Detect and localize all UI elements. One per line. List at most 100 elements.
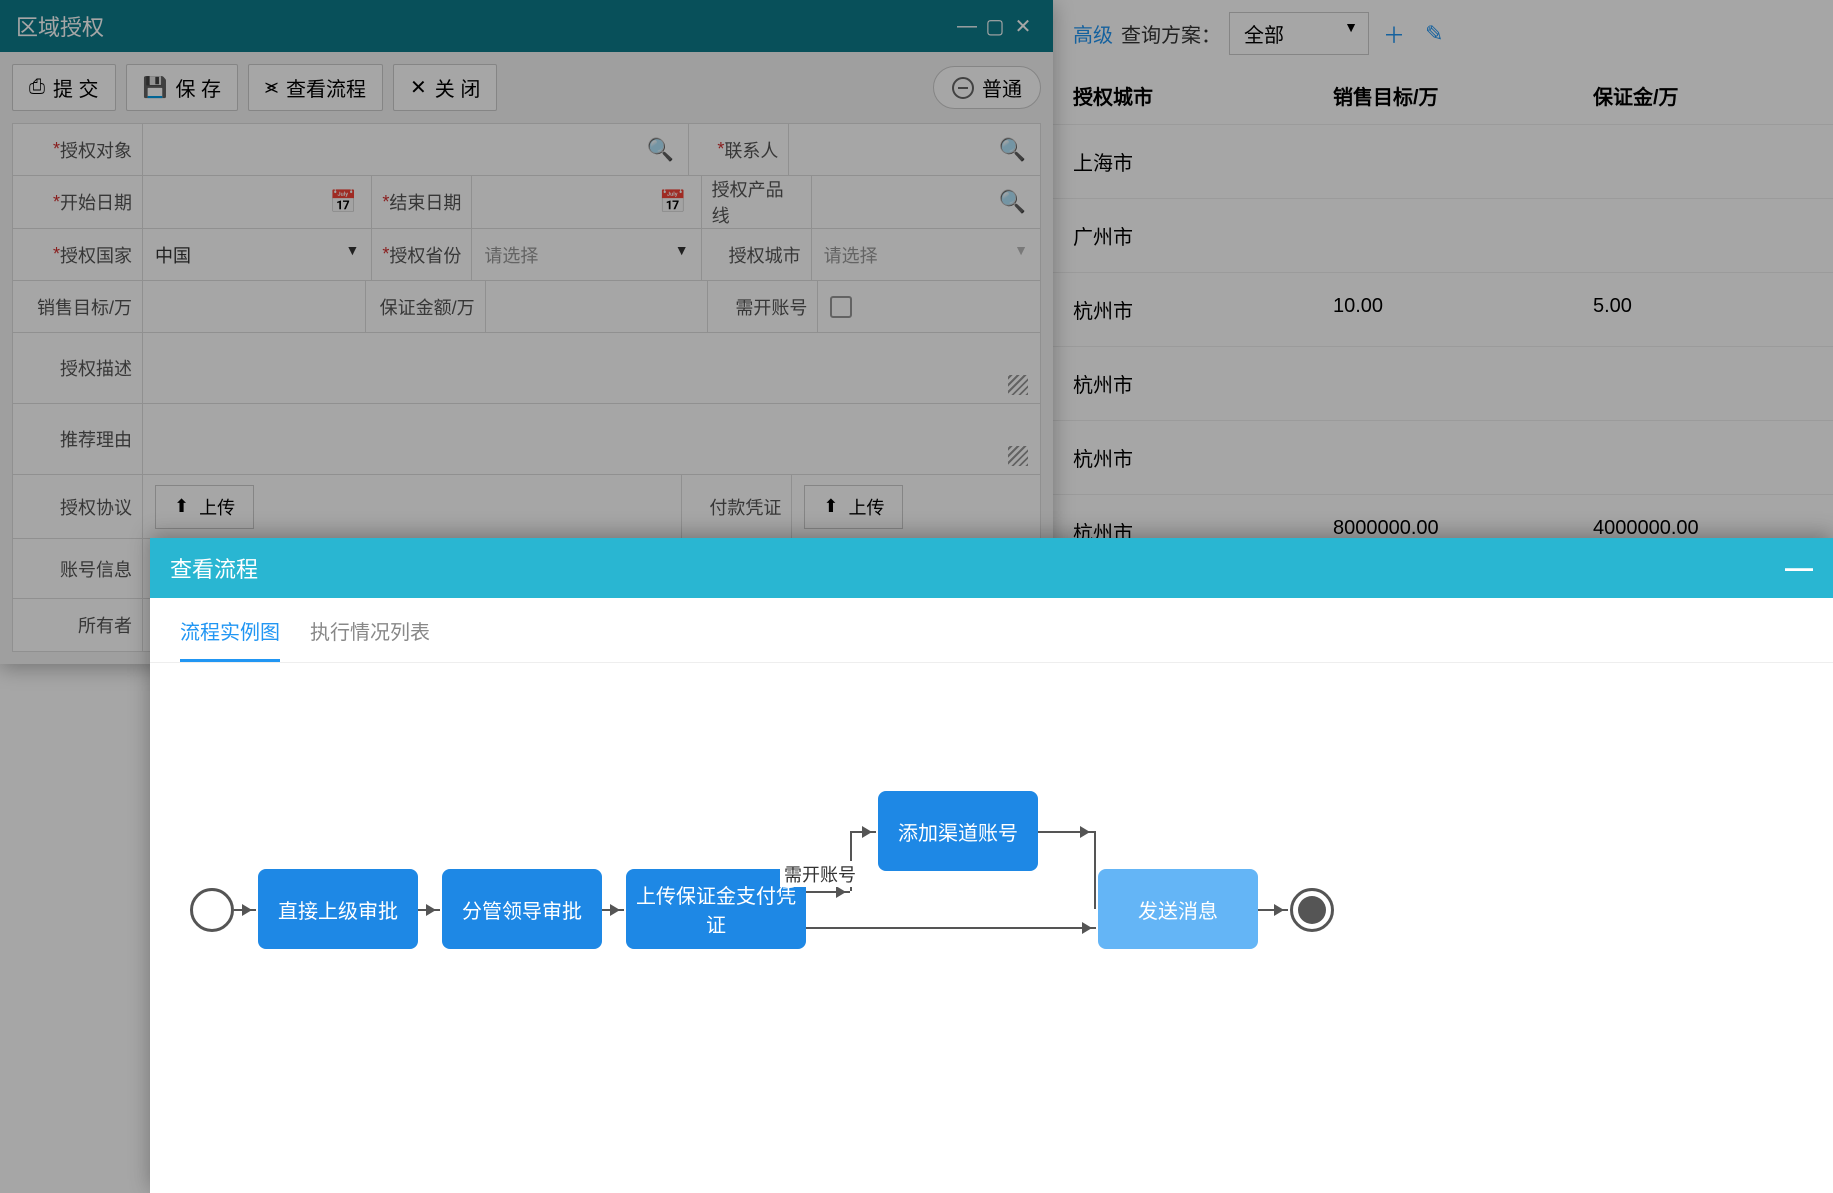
field-city[interactable]: 请选择 xyxy=(812,229,1040,280)
upload-agreement-button[interactable]: ⬆上传 xyxy=(155,485,254,529)
edge-label-need-account: 需开账号 xyxy=(780,861,860,887)
filter-bar: 高级 查询方案： 全部 ＋ ✎ xyxy=(1053,0,1833,67)
flow-title: 查看流程 xyxy=(170,552,1785,584)
cell-deposit xyxy=(1573,443,1833,472)
cell-city: 杭州市 xyxy=(1053,369,1313,398)
save-icon: 💾 xyxy=(143,75,168,100)
col-deposit: 保证金/万 xyxy=(1573,81,1833,110)
search-icon[interactable]: 🔍 xyxy=(999,189,1026,215)
table-row[interactable]: 杭州市 xyxy=(1053,420,1833,494)
bg-table-header: 授权城市 销售目标/万 保证金/万 xyxy=(1053,67,1833,124)
flow-arrow xyxy=(418,909,440,911)
task-manager-approval: 分管领导审批 xyxy=(442,869,602,949)
field-reason[interactable] xyxy=(143,404,1040,474)
add-scheme-icon[interactable]: ＋ xyxy=(1377,18,1411,50)
cell-city: 广州市 xyxy=(1053,221,1313,250)
field-desc[interactable] xyxy=(143,333,1040,403)
cell-deposit xyxy=(1573,221,1833,250)
bpmn-canvas: 直接上级审批 分管领导审批 上传保证金支付凭证 需开账号 添加渠道账号 发送消息 xyxy=(150,663,1833,1083)
field-country[interactable]: 中国 xyxy=(143,229,372,280)
flow-line xyxy=(1094,831,1096,909)
label-auth-target: *授权对象 xyxy=(13,124,143,175)
dialog-titlebar: 区域授权 — ▢ ✕ xyxy=(0,0,1053,52)
field-need-account[interactable] xyxy=(818,281,1040,332)
dialog-title: 区域授权 xyxy=(16,10,953,42)
cell-sales xyxy=(1313,369,1573,398)
field-voucher: ⬆上传 xyxy=(792,475,1040,538)
scheme-label: 查询方案： xyxy=(1121,19,1221,48)
search-icon[interactable]: 🔍 xyxy=(999,137,1026,163)
table-row[interactable]: 杭州市 xyxy=(1053,346,1833,420)
field-auth-target[interactable]: 🔍 xyxy=(143,124,689,175)
field-product-line[interactable]: 🔍 xyxy=(812,176,1040,228)
scheme-select[interactable]: 全部 xyxy=(1229,12,1369,55)
status-chip: 普通 xyxy=(933,66,1041,109)
status-icon xyxy=(952,77,974,99)
label-voucher: 付款凭证 xyxy=(682,475,792,538)
flow-minimize-icon[interactable]: — xyxy=(1785,552,1813,584)
label-deposit: 保证金额/万 xyxy=(366,281,486,332)
calendar-icon[interactable]: 📅 xyxy=(330,189,357,215)
flow-arrow xyxy=(806,927,1096,929)
label-sales-target: 销售目标/万 xyxy=(13,281,143,332)
label-contact: *联系人 xyxy=(689,124,789,175)
cell-sales xyxy=(1313,147,1573,176)
flow-titlebar: 查看流程 — xyxy=(150,538,1833,598)
field-start-date[interactable]: 📅 xyxy=(143,176,372,228)
x-icon: ✕ xyxy=(410,75,427,100)
cell-sales: 10.00 xyxy=(1313,295,1573,324)
search-icon[interactable]: 🔍 xyxy=(647,137,674,163)
close-button[interactable]: ✕关 闭 xyxy=(393,64,497,111)
cell-deposit xyxy=(1573,147,1833,176)
task-upload-voucher: 上传保证金支付凭证 xyxy=(626,869,806,949)
table-row[interactable]: 上海市 xyxy=(1053,124,1833,198)
dialog-toolbar: ⎙提 交 💾保 存 ⪤查看流程 ✕关 闭 普通 xyxy=(0,52,1053,123)
upload-icon: ⬆ xyxy=(174,496,189,517)
flow-tabs: 流程实例图 执行情况列表 xyxy=(150,598,1833,663)
submit-button[interactable]: ⎙提 交 xyxy=(12,64,116,111)
field-deposit[interactable] xyxy=(486,281,709,332)
checkbox-icon[interactable] xyxy=(830,296,852,318)
view-flow-button[interactable]: ⪤查看流程 xyxy=(248,64,383,111)
field-province[interactable]: 请选择 xyxy=(472,229,701,280)
cell-city: 杭州市 xyxy=(1053,295,1313,324)
table-row[interactable]: 广州市 xyxy=(1053,198,1833,272)
label-desc: 授权描述 xyxy=(13,333,143,403)
table-row[interactable]: 杭州市10.005.00 xyxy=(1053,272,1833,346)
col-city: 授权城市 xyxy=(1053,81,1313,110)
label-province: *授权省份 xyxy=(372,229,472,280)
field-end-date[interactable]: 📅 xyxy=(472,176,701,228)
label-city: 授权城市 xyxy=(702,229,812,280)
upload-voucher-button[interactable]: ⬆上传 xyxy=(804,485,903,529)
field-contact[interactable]: 🔍 xyxy=(789,124,1040,175)
resize-icon[interactable] xyxy=(1008,375,1028,395)
save-button[interactable]: 💾保 存 xyxy=(126,64,238,111)
flow-line xyxy=(1038,831,1094,833)
maximize-icon[interactable]: ▢ xyxy=(981,14,1009,39)
start-event xyxy=(190,888,234,932)
close-icon[interactable]: ✕ xyxy=(1009,14,1037,39)
label-end-date: *结束日期 xyxy=(372,176,472,228)
label-country: *授权国家 xyxy=(13,229,143,280)
advanced-link[interactable]: 高级 xyxy=(1073,19,1113,48)
share-icon: ⪤ xyxy=(265,76,278,99)
calendar-icon[interactable]: 📅 xyxy=(659,189,686,215)
end-event xyxy=(1290,888,1334,932)
task-add-channel-account: 添加渠道账号 xyxy=(878,791,1038,871)
edit-scheme-icon[interactable]: ✎ xyxy=(1419,21,1449,47)
resize-icon[interactable] xyxy=(1008,446,1028,466)
flow-arrow xyxy=(602,909,624,911)
col-sales: 销售目标/万 xyxy=(1313,81,1573,110)
minimize-icon[interactable]: — xyxy=(953,15,981,38)
tab-diagram[interactable]: 流程实例图 xyxy=(180,616,280,662)
cell-city: 上海市 xyxy=(1053,147,1313,176)
label-owner: 所有者 xyxy=(13,599,143,651)
task-supervisor-approval: 直接上级审批 xyxy=(258,869,418,949)
cell-deposit: 5.00 xyxy=(1573,295,1833,324)
tab-exec-list[interactable]: 执行情况列表 xyxy=(310,616,430,662)
field-agreement: ⬆上传 xyxy=(143,475,682,538)
field-sales-target[interactable] xyxy=(143,281,366,332)
flow-arrow xyxy=(234,909,256,911)
task-send-message: 发送消息 xyxy=(1098,869,1258,949)
cell-city: 杭州市 xyxy=(1053,443,1313,472)
